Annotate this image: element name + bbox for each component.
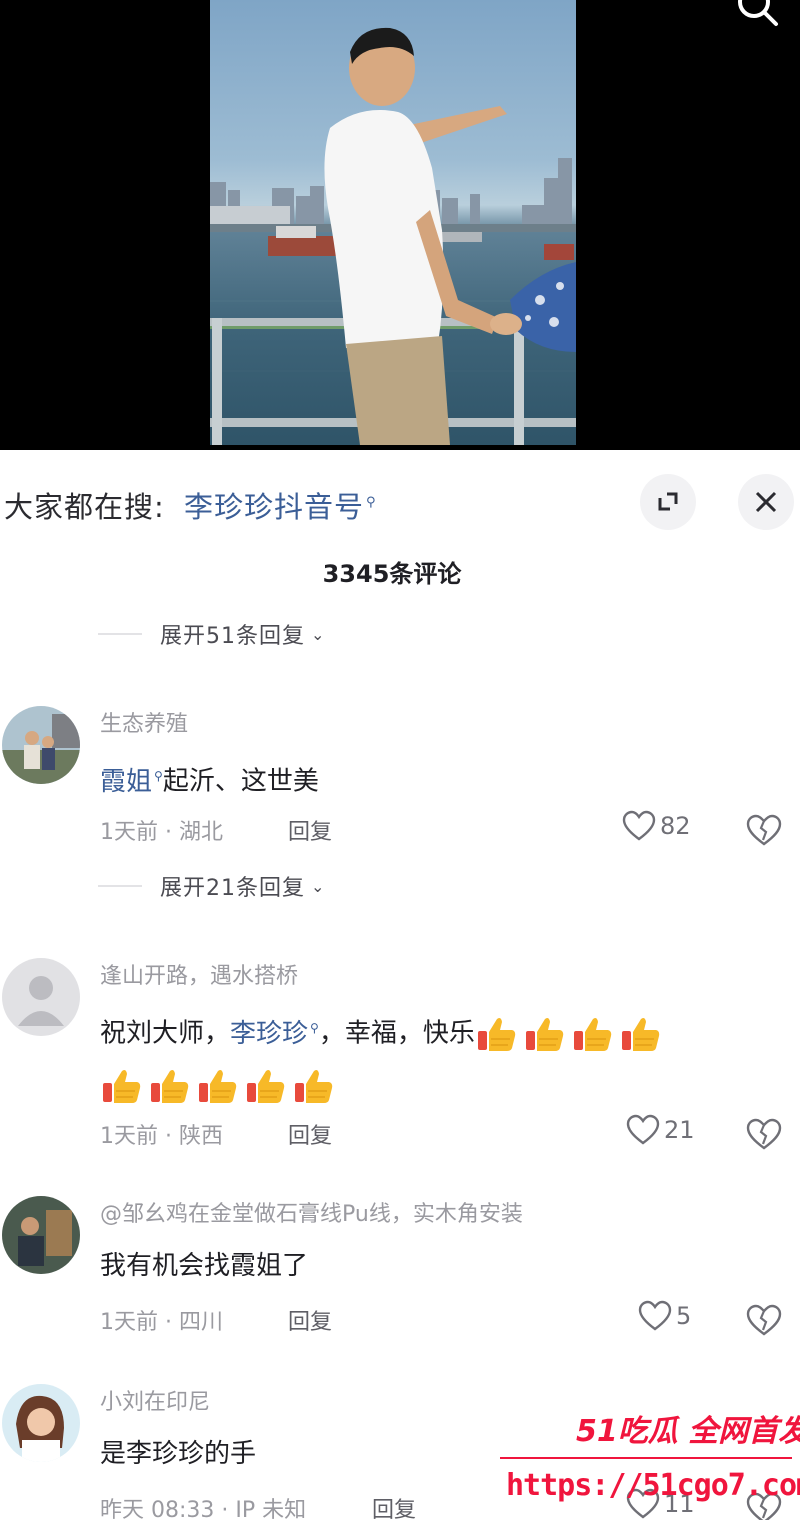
comment-meta: 1天前 · 湖北	[100, 820, 223, 845]
expand-replies-label: 展开51条回复	[160, 624, 305, 649]
thumbs-up-emoji	[199, 1070, 237, 1104]
video-frame[interactable]	[210, 0, 576, 445]
thumbs-up-emoji	[525, 1018, 564, 1052]
thumbs-up-emoji	[103, 1070, 141, 1104]
expand-icon	[658, 492, 678, 511]
like-count: 5	[676, 1302, 692, 1330]
close-icon	[755, 491, 777, 513]
search-keyword-text: 李珍珍抖音号	[184, 490, 365, 524]
expand-replies-button[interactable]: 展开21条回复 ⌄	[98, 868, 324, 904]
broken-heart-icon	[746, 814, 782, 846]
video-scene-image	[210, 27, 576, 445]
like-button[interactable]: 5	[638, 1300, 691, 1332]
avatar[interactable]	[2, 706, 80, 784]
comment-count: 3345条评论	[322, 560, 462, 588]
reply-button[interactable]: 回复	[372, 1492, 416, 1520]
like-count: 82	[660, 812, 691, 840]
comment-meta: 1天前 · 四川	[100, 1310, 223, 1335]
heart-icon	[626, 1114, 660, 1145]
mention-link[interactable]: 李珍珍 ⚲	[230, 1019, 319, 1049]
like-count: 21	[664, 1116, 695, 1144]
expand-replies-label: 展开21条回复	[160, 876, 305, 901]
close-button[interactable]	[738, 474, 794, 530]
chevron-down-icon: ⌄	[311, 624, 325, 644]
thumbs-up-emoji	[477, 1018, 516, 1052]
divider-line	[98, 633, 142, 635]
mention-text: 李珍珍	[230, 1018, 309, 1049]
like-button[interactable]: 21	[626, 1114, 695, 1146]
comment-body: ，幸福，快乐	[318, 1018, 475, 1049]
comment-username[interactable]: 生态养殖	[100, 706, 188, 738]
comment-text: 霞姐 ⚲起沂、这世美	[100, 750, 770, 808]
thumbs-up-emoji	[247, 1070, 285, 1104]
dislike-button[interactable]	[742, 1114, 786, 1154]
thumbs-up-emoji	[573, 1018, 612, 1052]
search-icon: ⚲	[310, 1021, 319, 1035]
search-prefix-label: 大家都在搜:	[4, 490, 165, 524]
expand-replies-button[interactable]: 展开51条回复 ⌄	[98, 616, 324, 652]
comment-body: 起沂、这世美	[162, 766, 319, 797]
watermark-underline	[500, 1457, 792, 1459]
search-keyword-link[interactable]: 李珍珍抖音号 ⚲	[184, 484, 377, 526]
heart-icon	[638, 1300, 672, 1331]
thumbs-up-emoji	[151, 1070, 189, 1104]
watermark: 51吃瓜 全网首发 https://51cgo7.com	[496, 1404, 800, 1520]
thumbs-up-emoji	[295, 1070, 333, 1104]
comment-text: 我有机会找霞姐了	[100, 1240, 770, 1292]
dislike-button[interactable]	[742, 810, 786, 850]
reply-button[interactable]: 回复	[288, 814, 332, 846]
comment-meta: 昨天 08:33 · IP 未知	[100, 1498, 307, 1520]
thumbs-up-emoji	[621, 1018, 660, 1052]
mention-link[interactable]: 霞姐 ⚲	[100, 767, 163, 797]
broken-heart-icon	[746, 1304, 782, 1336]
mention-text: 霞姐	[100, 766, 153, 797]
comment-username[interactable]: 小刘在印尼	[100, 1384, 210, 1416]
avatar[interactable]	[2, 1196, 80, 1274]
watermark-url: https://51cgo7.com	[506, 1468, 800, 1503]
comment-body: 我有机会找霞姐了	[100, 1251, 309, 1281]
comment-meta: 1天前 · 陕西	[100, 1124, 223, 1149]
search-icon: ⚲	[154, 769, 163, 783]
video-player[interactable]	[0, 0, 800, 450]
comment-username[interactable]: 逢山开路，遇水搭桥	[100, 958, 298, 990]
thumbs-up-emoji-group	[475, 1014, 667, 1054]
comment-body: 祝刘大师，	[100, 1018, 231, 1049]
chevron-down-icon: ⌄	[311, 876, 325, 896]
watermark-brand: 51吃瓜 全网首发	[576, 1414, 800, 1449]
expand-button[interactable]	[640, 474, 696, 530]
broken-heart-icon	[746, 1118, 782, 1150]
thumbs-up-emoji-group	[100, 1066, 340, 1106]
search-icon[interactable]	[734, 0, 782, 34]
search-icon: ⚲	[366, 495, 377, 511]
reply-button[interactable]: 回复	[288, 1304, 332, 1336]
search-suggestion-bar: 大家都在搜: 李珍珍抖音号 ⚲	[0, 470, 800, 534]
reply-button[interactable]: 回复	[288, 1118, 332, 1150]
divider-line	[98, 885, 142, 887]
dislike-button[interactable]	[742, 1300, 786, 1340]
comment-body: 是李珍珍的手	[100, 1439, 257, 1469]
heart-icon	[622, 810, 656, 841]
avatar[interactable]	[2, 958, 80, 1036]
avatar[interactable]	[2, 1384, 80, 1462]
comment-username[interactable]: @邹幺鸡在金堂做石膏线Pu线，实木角安装	[100, 1196, 523, 1228]
like-button[interactable]: 82	[622, 810, 691, 842]
comment-text: 祝刘大师，李珍珍 ⚲，幸福，快乐	[100, 1002, 770, 1112]
